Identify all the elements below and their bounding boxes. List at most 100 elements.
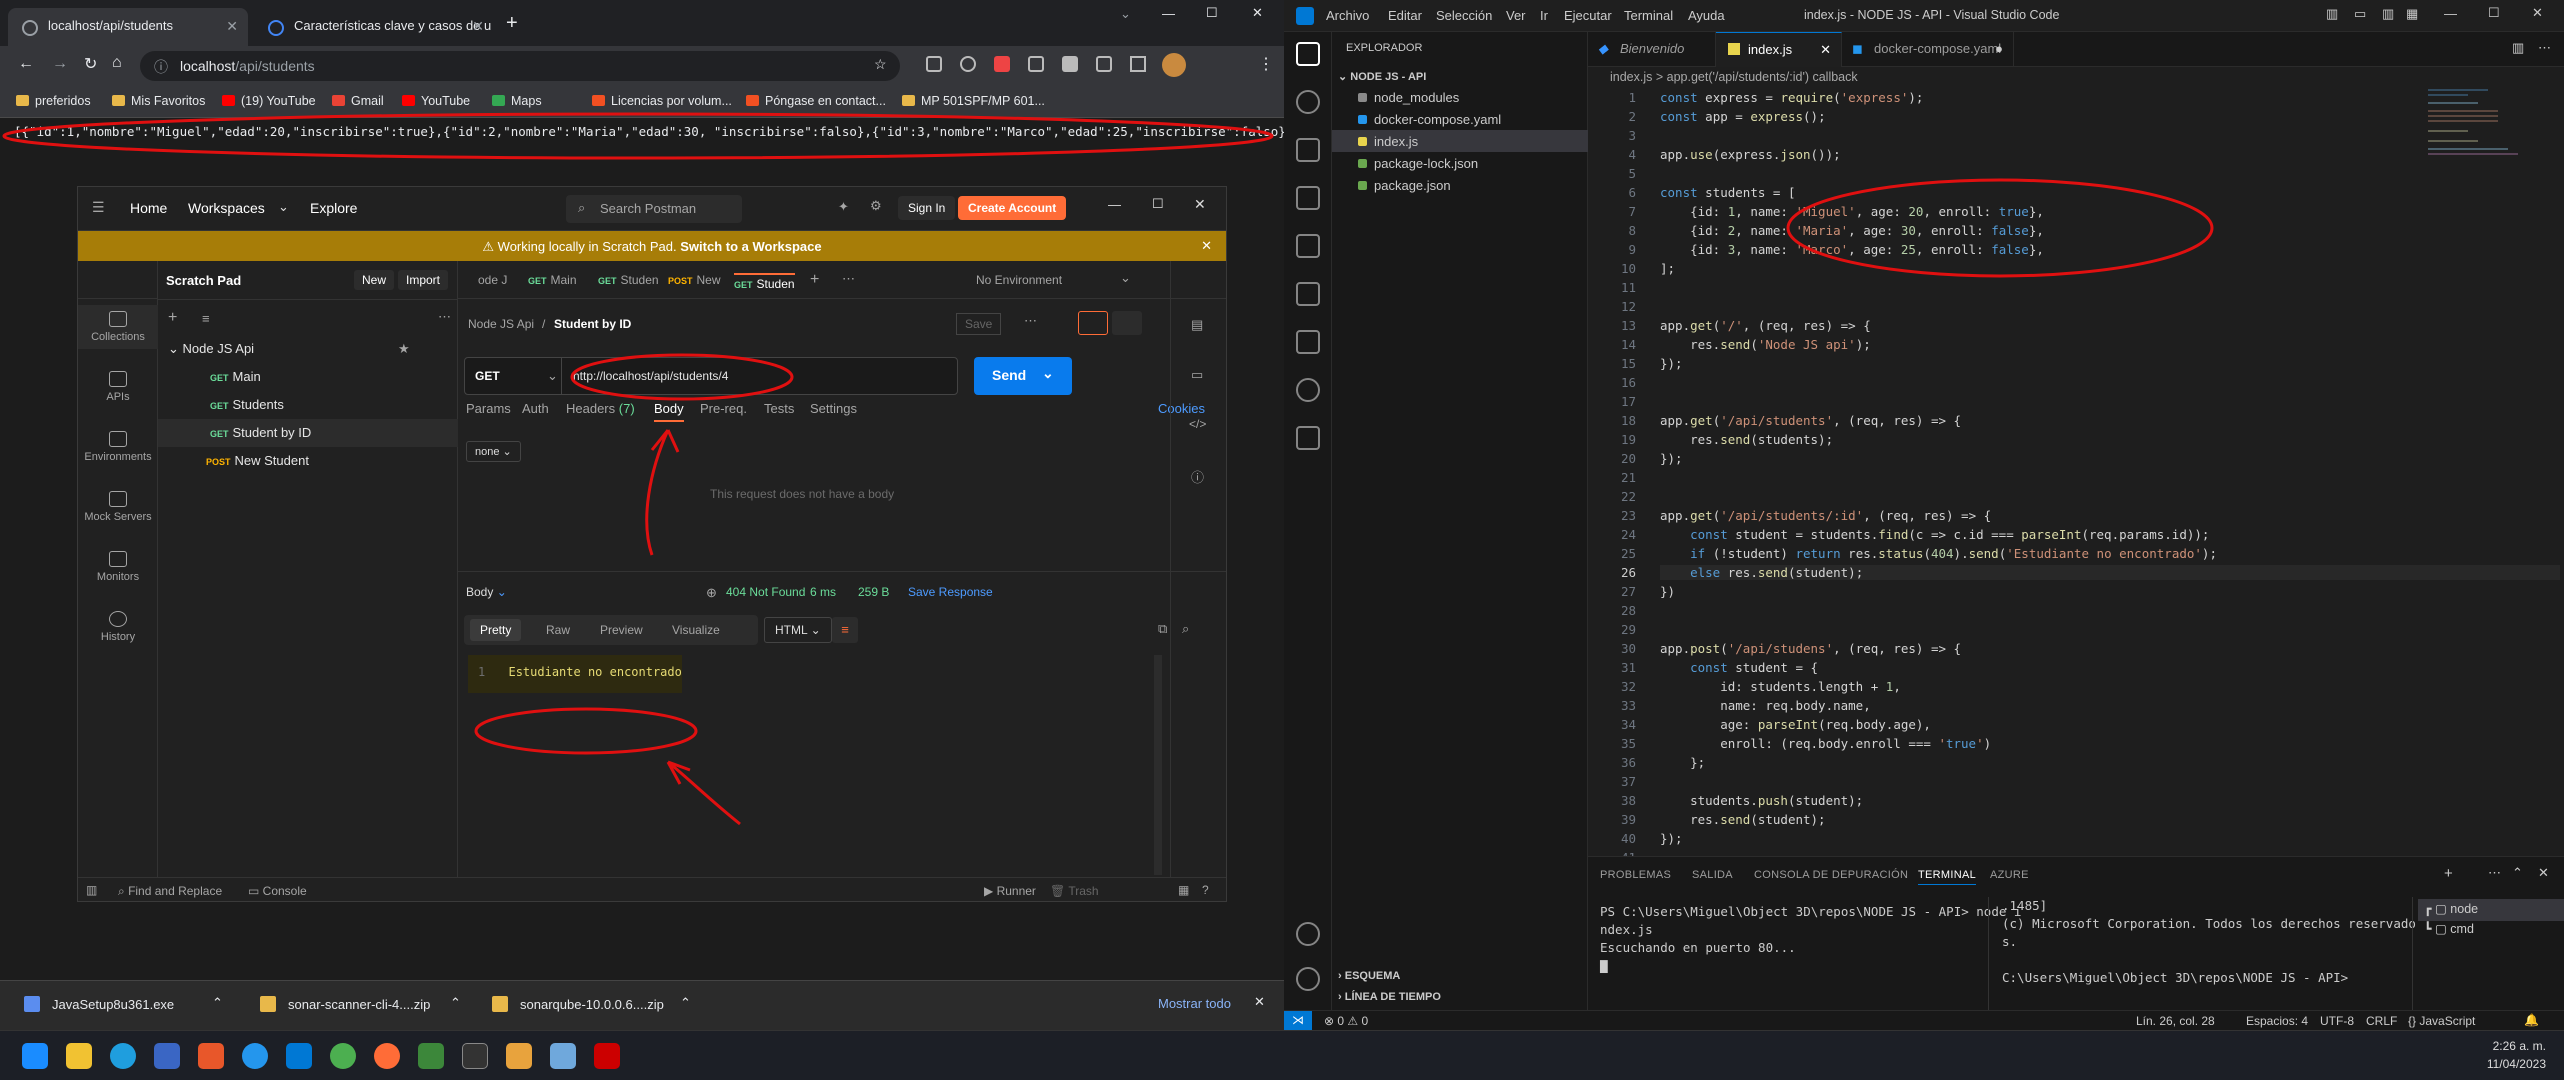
rail-apis[interactable]: APIs (78, 371, 158, 403)
request-item-students[interactable]: GET Students (210, 397, 284, 412)
method-select[interactable]: GET (475, 369, 500, 383)
save-button[interactable]: Save (956, 313, 1002, 335)
url-input[interactable]: http://localhost/api/students/4 (573, 369, 728, 383)
file-docker-compose[interactable]: docker-compose.yaml (1332, 108, 1588, 130)
send-button[interactable]: Send ⌄ (974, 357, 1072, 395)
code-icon[interactable]: </> (1189, 417, 1206, 431)
more-icon[interactable]: ⋯ (1024, 313, 1037, 329)
encoding[interactable]: UTF-8 (2320, 1014, 2354, 1028)
menu-archivo[interactable]: Archivo (1326, 8, 1369, 23)
menu-editar[interactable]: Editar (1388, 8, 1422, 23)
docker-icon[interactable] (242, 1043, 268, 1069)
request-tab[interactable]: POST New (668, 273, 721, 287)
search-input[interactable]: ⌕ Search Postman (566, 195, 742, 223)
import-button[interactable]: Import (398, 270, 449, 290)
response-time[interactable]: 6 ms (810, 585, 836, 599)
close-icon[interactable]: ✕ (226, 18, 238, 35)
rail-collections[interactable]: Collections (78, 305, 158, 349)
terminal-node[interactable]: PS C:\Users\Miguel\Object 3D\repos\NODE … (1600, 903, 2021, 975)
sidebar-toggle-icon[interactable]: ▥ (86, 883, 97, 897)
trash-button[interactable]: 🗑 Trash (1050, 884, 1099, 898)
rail-mock-servers[interactable]: Mock Servers (78, 491, 158, 523)
browser-tab-caracteristicas[interactable]: Características clave y casos de u ✕ (254, 8, 494, 46)
extension-icon[interactable] (960, 56, 976, 72)
tab-pretty[interactable]: Pretty (470, 619, 522, 641)
search-icon[interactable]: ⌕ (1182, 621, 1189, 637)
tab-params[interactable]: Params (466, 401, 511, 416)
menu-icon[interactable]: ⋮ (1258, 54, 1274, 74)
environment-select[interactable]: No Environment (976, 273, 1062, 287)
comments-icon[interactable]: ▭ (1191, 367, 1203, 383)
window-close-icon[interactable]: ✕ (1194, 196, 1206, 213)
more-icon[interactable]: ⋯ (2538, 40, 2551, 56)
layout-icon[interactable]: ▥ (2382, 6, 2394, 22)
close-icon[interactable]: ✕ (1820, 42, 1831, 58)
new-tab-icon[interactable]: + (506, 12, 518, 35)
edge-icon[interactable] (110, 1043, 136, 1069)
body-type-select[interactable]: none ⌄ (466, 441, 521, 462)
chevron-up-icon[interactable]: ⌃ (450, 995, 461, 1011)
close-icon[interactable]: ✕ (472, 18, 484, 35)
download-item[interactable]: sonar-scanner-cli-4....zip (260, 996, 430, 1012)
file-index-js[interactable]: index.js (1332, 130, 1588, 152)
app-icon[interactable] (594, 1043, 620, 1069)
request-item-student-by-id[interactable]: GET Student by ID (210, 425, 311, 440)
globe-icon[interactable]: ⊕ (706, 585, 717, 601)
more-icon[interactable]: ⋯ (842, 271, 855, 287)
download-item[interactable]: sonarqube-10.0.0.6....zip (492, 996, 664, 1012)
project-folder[interactable]: ⌄ NODE JS - API (1338, 70, 1426, 83)
panel-tab-problems[interactable]: PROBLEMAS (1600, 869, 1671, 881)
menu-ejecutar[interactable]: Ejecutar (1564, 8, 1612, 23)
wrap-icon[interactable]: ≡ (832, 617, 858, 643)
layout-icon[interactable]: ▥ (2326, 6, 2338, 22)
copy-icon[interactable]: ⧉ (1158, 621, 1167, 637)
extensions-icon[interactable] (1296, 234, 1320, 258)
bookmark[interactable]: YouTube (402, 94, 470, 108)
hamburger-icon[interactable]: ☰ (92, 199, 105, 216)
close-icon[interactable]: ✕ (1201, 238, 1212, 254)
cursor-position[interactable]: Lín. 26, col. 28 (2136, 1014, 2215, 1028)
reload-icon[interactable]: ↻ (84, 54, 97, 74)
language-mode[interactable]: {} JavaScript (2408, 1014, 2475, 1028)
extension-icon[interactable] (1028, 56, 1044, 72)
info-icon[interactable]: ⓘ (1191, 467, 1204, 486)
cookies-link[interactable]: Cookies (1158, 401, 1205, 416)
address-bar[interactable]: ⓘ localhost/api/students ☆ (140, 51, 900, 81)
remote-icon[interactable]: ⋊ (1284, 1011, 1312, 1030)
console-button[interactable]: ▭ Console (248, 884, 307, 898)
extension-icon[interactable] (1062, 56, 1078, 72)
close-icon[interactable]: ✕ (1254, 994, 1265, 1010)
azure-icon[interactable] (1296, 330, 1320, 354)
status-code[interactable]: 404 Not Found (726, 585, 805, 599)
tab-visualize[interactable]: Visualize (672, 623, 720, 637)
request-tab-active[interactable]: GET Studen (734, 273, 795, 291)
indentation[interactable]: Espacios: 4 (2246, 1014, 2308, 1028)
add-icon[interactable]: + (168, 309, 177, 327)
explorer-icon[interactable] (1296, 42, 1320, 66)
remote-explorer-icon[interactable] (1296, 282, 1320, 306)
minimize-icon[interactable]: — (2444, 6, 2457, 21)
tab-body[interactable]: Body (654, 401, 684, 422)
panel-tab-output[interactable]: SALIDA (1692, 869, 1733, 881)
chevron-up-icon[interactable]: ⌃ (2512, 865, 2523, 881)
tab-docker-compose[interactable]: ◼ docker-compose.yaml ● (1842, 32, 2014, 67)
line-ending[interactable]: CRLF (2366, 1014, 2397, 1028)
help-icon[interactable]: ? (1202, 883, 1209, 897)
add-tab-icon[interactable]: + (810, 271, 819, 289)
outline-section[interactable]: › ESQUEMA (1338, 970, 1400, 982)
bookmark[interactable]: Mis Favoritos (112, 94, 205, 108)
terminal-list-node[interactable]: ┏ ▢ node (2424, 901, 2478, 916)
breadcrumb-parent[interactable]: Node JS Api (468, 317, 534, 331)
collection-node-js-api[interactable]: ⌄ Node JS Api ★ (168, 341, 448, 357)
nav-workspaces[interactable]: Workspaces (188, 200, 265, 216)
more-icon[interactable]: ⋯ (2488, 865, 2501, 881)
scrollbar[interactable] (1154, 655, 1162, 875)
maximize-icon[interactable]: ☐ (2488, 5, 2500, 21)
show-all-button[interactable]: Mostrar todo (1148, 993, 1241, 1014)
avatar[interactable] (1162, 53, 1186, 77)
panel-tab-debug-console[interactable]: CONSOLA DE DEPURACIÓN (1754, 869, 1908, 881)
menu-ir[interactable]: Ir (1540, 8, 1548, 23)
source-control-icon[interactable] (1296, 138, 1320, 162)
layout-icon[interactable]: ▦ (2406, 6, 2418, 22)
tab-preview[interactable]: Preview (600, 623, 643, 637)
